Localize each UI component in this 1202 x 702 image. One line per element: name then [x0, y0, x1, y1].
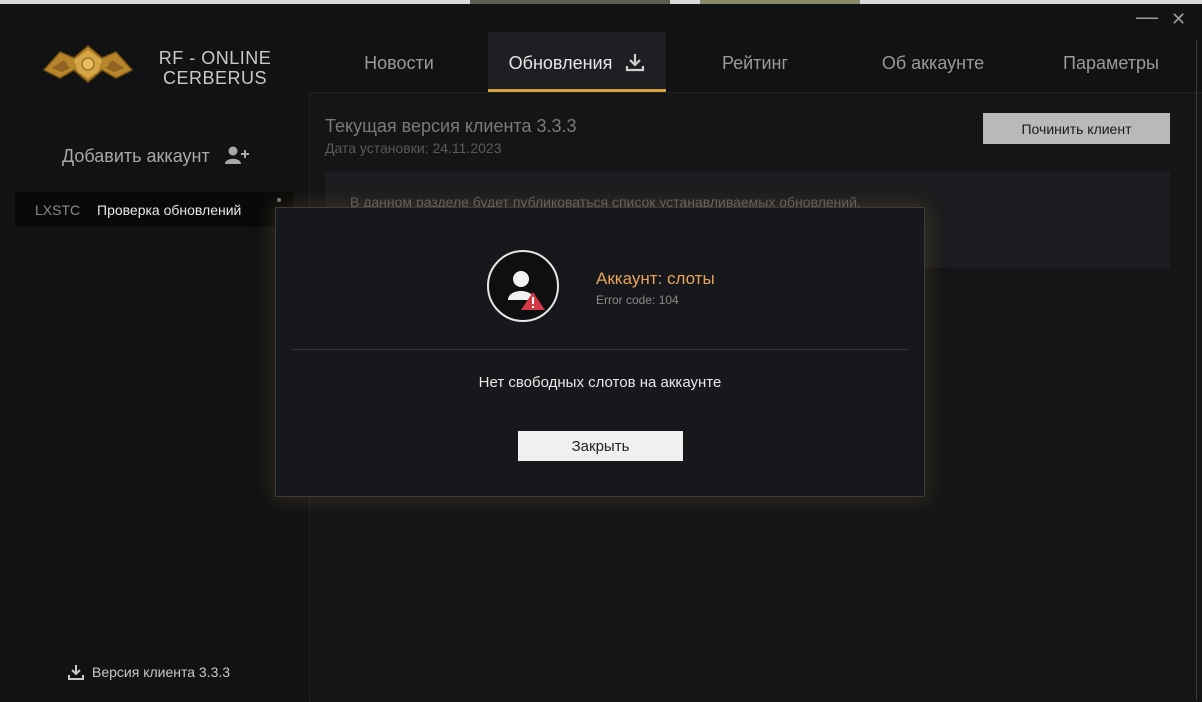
tab-updates[interactable]: Обновления [488, 32, 666, 92]
download-icon [68, 664, 84, 680]
tab-account[interactable]: Об аккаунте [858, 32, 1008, 92]
scrollbar-track[interactable] [1196, 40, 1202, 701]
install-date: Дата установки: 24.11.2023 [325, 140, 502, 156]
logo-text: RF - ONLINE CERBERUS [150, 48, 280, 88]
tab-news[interactable]: Новости [330, 32, 468, 92]
close-window-button[interactable]: ✕ [1171, 8, 1186, 30]
dialog-divider [291, 349, 909, 350]
dialog-title: Аккаунт: слоты [596, 269, 715, 288]
add-account-label: Добавить аккаунт [62, 146, 210, 166]
add-account-button[interactable]: Добавить аккаунт [62, 146, 249, 167]
minimize-button[interactable]: — [1136, 6, 1158, 28]
tab-rating-label: Рейтинг [721, 53, 789, 73]
tab-account-label: Об аккаунте [881, 53, 985, 73]
tab-settings[interactable]: Параметры [1040, 32, 1182, 92]
client-version: Версия клиента 3.3.3 [68, 664, 230, 680]
account-status: Проверка обновлений [97, 202, 242, 218]
account-list-item[interactable]: LXSTC Проверка обновлений [15, 192, 293, 227]
current-version: Текущая версия клиента 3.3.3 [325, 116, 577, 136]
logo-line1: RF - ONLINE [158, 48, 272, 68]
tab-updates-label: Обновления [508, 53, 613, 73]
account-menu-dot[interactable] [277, 198, 281, 202]
logo-line2: CERBERUS [162, 68, 268, 88]
user-warning-icon [487, 250, 559, 322]
error-dialog: Аккаунт: слоты Error code: 104 Нет свобо… [275, 207, 925, 497]
dialog-close-button[interactable]: Закрыть [518, 431, 683, 461]
game-logo [40, 40, 136, 86]
download-icon [626, 54, 645, 72]
error-code: Error code: 104 [596, 293, 679, 307]
client-version-label: Версия клиента 3.3.3 [92, 664, 231, 680]
tab-news-label: Новости [364, 53, 434, 73]
tab-settings-label: Параметры [1063, 53, 1159, 73]
repair-client-button[interactable]: Починить клиент [983, 113, 1170, 144]
dialog-message: Нет свободных слотов на аккаунте [478, 374, 722, 391]
add-user-icon [224, 146, 249, 164]
account-name: LXSTC [35, 202, 81, 218]
tab-rating[interactable]: Рейтинг [686, 32, 824, 92]
